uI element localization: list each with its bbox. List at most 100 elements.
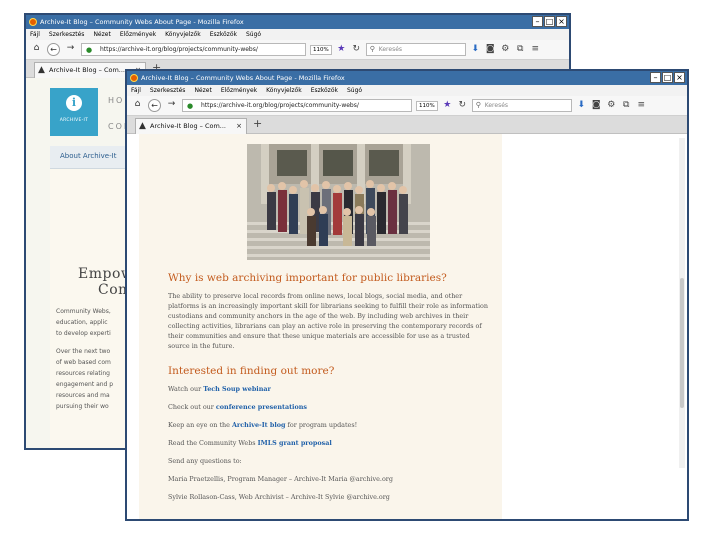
zoom-indicator[interactable]: 110%: [416, 100, 438, 111]
url-text: https://archive-it.org/blog/projects/com…: [201, 102, 359, 109]
archive-it-blog-link[interactable]: Archive-It blog: [232, 421, 286, 429]
read-prefix: Read the Community Webs: [168, 439, 256, 447]
menu-bar: Fájl Szerkesztés Nézet Előzmények Könyvj…: [127, 85, 687, 96]
search-bar[interactable]: ⚲ Keresés: [365, 43, 466, 56]
tech-soup-webinar-link[interactable]: Tech Soup webinar: [203, 385, 271, 393]
hamburger-menu-icon[interactable]: ≡: [636, 100, 647, 111]
lock-icon: ●: [86, 46, 93, 54]
extension-icon[interactable]: ⧉: [621, 100, 632, 111]
home-icon[interactable]: ⌂: [30, 43, 43, 56]
bookmark-star-icon[interactable]: ★: [442, 100, 453, 111]
maximize-icon[interactable]: □: [662, 72, 673, 83]
body-paragraph: The ability to preserve local records fr…: [168, 292, 488, 350]
menu-help[interactable]: Súgó: [347, 85, 362, 96]
body-text-line: engagement and p: [56, 381, 114, 388]
menu-bookmarks[interactable]: Könyvjelzők: [165, 29, 201, 40]
url-text: https://archive-it.org/blog/projects/com…: [100, 46, 258, 53]
forward-icon[interactable]: →: [165, 99, 178, 112]
extension-icon[interactable]: ⧉: [515, 44, 526, 55]
forward-icon[interactable]: →: [64, 43, 77, 56]
tab-close-icon[interactable]: ×: [236, 119, 242, 134]
back-icon[interactable]: ←: [148, 99, 161, 112]
close-icon[interactable]: ×: [556, 16, 567, 27]
read-line: Read the Community Webs IMLS grant propo…: [168, 439, 332, 447]
keep-suffix: for program updates!: [287, 421, 358, 429]
firefox-icon: [130, 74, 138, 82]
window-title: Archive-It Blog – Community Webs About P…: [141, 74, 345, 82]
body-text-line: Community Webs,: [56, 308, 111, 315]
minimize-icon[interactable]: –: [532, 16, 543, 27]
keep-line: Keep an eye on the Archive-It blog for p…: [168, 421, 357, 429]
menu-file[interactable]: Fájl: [30, 29, 40, 40]
window-controls: – □ ×: [650, 72, 685, 83]
vertical-scrollbar[interactable]: [679, 138, 685, 468]
front-browser-window[interactable]: Archive-It Blog – Community Webs About P…: [125, 69, 689, 521]
menu-view[interactable]: Nézet: [93, 29, 110, 40]
zoom-indicator[interactable]: 110%: [310, 44, 332, 55]
download-icon[interactable]: ⬇: [576, 100, 587, 111]
body-text-line: education, applic: [56, 319, 108, 326]
keep-prefix: Keep an eye on the: [168, 421, 230, 429]
menu-history[interactable]: Előzmények: [221, 85, 257, 96]
search-bar[interactable]: ⚲ Keresés: [471, 99, 572, 112]
title-bar[interactable]: Archive-It Blog – Community Webs About P…: [127, 71, 687, 85]
url-bar[interactable]: ● https://archive-it.org/blog/projects/c…: [81, 43, 306, 56]
front-page-content: Why is web archiving important for publi…: [127, 134, 687, 519]
logo-text: ARCHIVE-IT: [59, 118, 89, 123]
menu-tools[interactable]: Eszközök: [311, 85, 338, 96]
tab-label: Archive-It Blog – Com...: [150, 122, 226, 130]
menu-bookmarks[interactable]: Könyvjelzők: [266, 85, 302, 96]
title-bar[interactable]: Archive-It Blog – Community Webs About P…: [26, 15, 569, 29]
body-text-line: resources and ma: [56, 392, 110, 399]
download-icon[interactable]: ⬇: [470, 44, 481, 55]
lock-icon: ●: [187, 102, 194, 110]
reload-icon[interactable]: ↻: [351, 44, 362, 55]
menu-help[interactable]: Súgó: [246, 29, 261, 40]
tab-archive-it-blog[interactable]: ▲ Archive-It Blog – Com... ×: [135, 118, 247, 134]
navigation-toolbar: ⌂ ← → ● https://archive-it.org/blog/proj…: [26, 40, 569, 60]
search-placeholder: Keresés: [484, 102, 509, 109]
hamburger-menu-icon[interactable]: ≡: [530, 44, 541, 55]
body-text-line: pursuing their wo: [56, 403, 109, 410]
tab-label: Archive-It Blog – Com...: [49, 66, 125, 74]
checkout-prefix: Check out our: [168, 403, 214, 411]
about-archive-it-link[interactable]: About Archive-It: [50, 146, 130, 169]
heading-why-web-archiving: Why is web archiving important for publi…: [168, 272, 447, 284]
back-icon[interactable]: ←: [47, 43, 60, 56]
bookmark-star-icon[interactable]: ★: [336, 44, 347, 55]
body-text-line: of web based com: [56, 359, 111, 366]
shield-icon[interactable]: ⚙: [500, 44, 511, 55]
new-tab-icon[interactable]: +: [253, 117, 262, 130]
pocket-icon[interactable]: ◙: [485, 44, 496, 55]
close-icon[interactable]: ×: [674, 72, 685, 83]
firefox-icon: [29, 18, 37, 26]
menu-edit[interactable]: Szerkesztés: [150, 85, 186, 96]
navigation-toolbar: ⌂ ← → ● https://archive-it.org/blog/proj…: [127, 96, 687, 116]
search-icon: ⚲: [369, 45, 375, 53]
maximize-icon[interactable]: □: [544, 16, 555, 27]
menu-file[interactable]: Fájl: [131, 85, 141, 96]
questions-line: Send any questions to:: [168, 457, 242, 465]
menu-history[interactable]: Előzmények: [120, 29, 156, 40]
scrollbar-thumb[interactable]: [680, 278, 684, 408]
logo-i-icon: i: [66, 95, 82, 111]
minimize-icon[interactable]: –: [650, 72, 661, 83]
body-text-line: Over the next two: [56, 348, 111, 355]
reload-icon[interactable]: ↻: [457, 100, 468, 111]
menu-tools[interactable]: Eszközök: [210, 29, 237, 40]
menu-view[interactable]: Nézet: [194, 85, 211, 96]
menu-edit[interactable]: Szerkesztés: [49, 29, 85, 40]
conference-presentations-link[interactable]: conference presentations: [216, 403, 307, 411]
shield-icon[interactable]: ⚙: [606, 100, 617, 111]
menu-bar: Fájl Szerkesztés Nézet Előzmények Könyvj…: [26, 29, 569, 40]
pocket-icon[interactable]: ◙: [591, 100, 602, 111]
url-bar[interactable]: ● https://archive-it.org/blog/projects/c…: [182, 99, 412, 112]
tab-strip: ▲ Archive-It Blog – Com... × +: [127, 116, 687, 134]
home-icon[interactable]: ⌂: [131, 99, 144, 112]
body-text-line: resources relating: [56, 370, 110, 377]
archive-it-logo[interactable]: i ARCHIVE-IT: [50, 88, 98, 136]
checkout-line: Check out our conference presentations: [168, 403, 307, 411]
window-title: Archive-It Blog – Community Webs About P…: [40, 18, 244, 26]
imls-grant-proposal-link[interactable]: IMLS grant proposal: [258, 439, 332, 447]
heading-interested: Interested in finding out more?: [168, 365, 335, 377]
